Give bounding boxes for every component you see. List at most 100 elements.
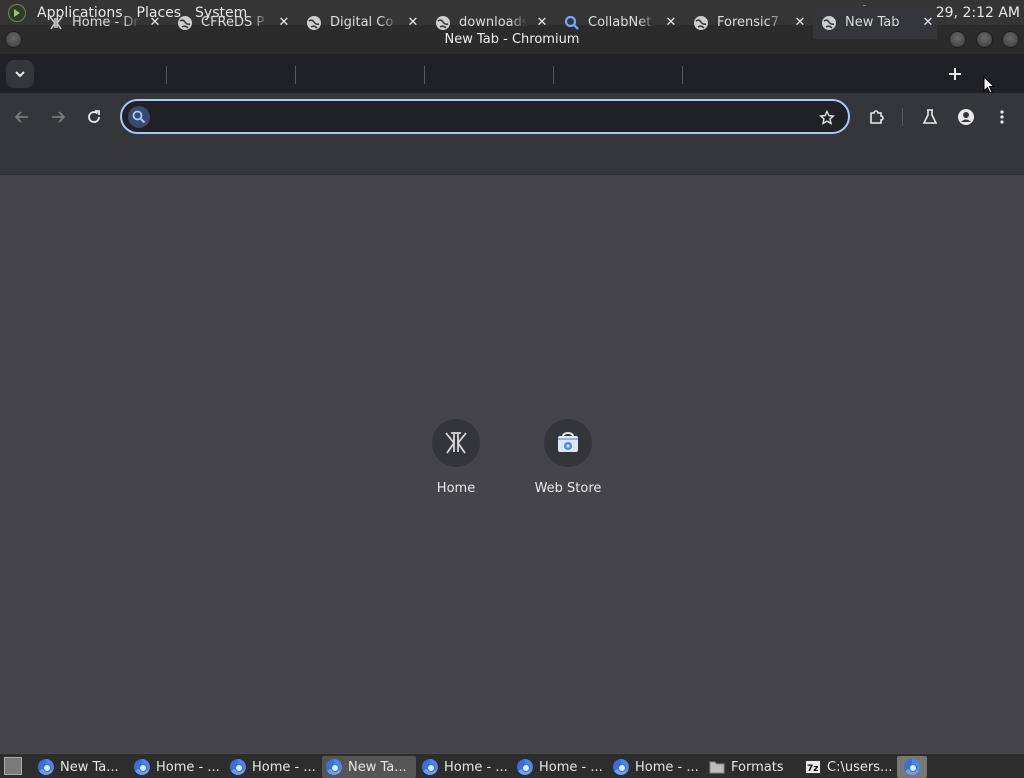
flask-icon [922, 109, 938, 124]
taskbar-item-label: Home - ... [539, 759, 603, 775]
chromium-icon [613, 759, 629, 775]
arrow-left-icon [14, 111, 28, 123]
bookmark-star-icon[interactable] [816, 107, 838, 129]
tab-strip [0, 54, 1024, 93]
tab-forensic7[interactable]: Forensic7 ✕ [685, 6, 809, 39]
bookmarks-bar [0, 140, 1024, 175]
show-desktop-button[interactable] [4, 757, 22, 775]
shortcut-tile [432, 419, 480, 467]
forward-button[interactable] [45, 104, 71, 130]
search-icon [564, 15, 580, 31]
taskbar-item[interactable]: Home - ... [418, 756, 512, 778]
labs-button[interactable] [917, 104, 943, 130]
address-bar[interactable] [120, 99, 850, 134]
taskbar-item[interactable]: Home - ... [130, 756, 224, 778]
tab-separator [295, 66, 296, 84]
tab-separator [166, 66, 167, 84]
taskbar-item-label: New Ta... [348, 759, 407, 775]
autopsy-icon [445, 432, 467, 454]
menu-button[interactable] [989, 104, 1015, 130]
globe-icon [435, 15, 451, 31]
search-icon [128, 106, 150, 128]
close-tab-icon[interactable]: ✕ [791, 14, 809, 32]
chromium-icon [517, 759, 533, 775]
tab-title: Digital Co [330, 15, 394, 30]
autopsy-icon [48, 15, 64, 31]
taskbar-item-label: New Ta... [60, 759, 119, 775]
minimize-button[interactable] [949, 31, 966, 48]
close-tab-icon[interactable]: ✕ [533, 14, 551, 32]
taskbar-item[interactable]: 7z C:\users... [801, 756, 895, 778]
tab-separator [682, 66, 683, 84]
taskbar: New Ta... Home - ... Home - ... New Ta..… [0, 753, 1024, 778]
tab-search-button[interactable] [6, 60, 34, 88]
chromium-icon [230, 759, 246, 775]
tab-new-tab[interactable]: New Tab ✕ [813, 6, 937, 39]
tab-collabnet[interactable]: CollabNet ✕ [556, 6, 680, 39]
tab-title: downloads [459, 15, 527, 30]
close-tab-icon[interactable]: ✕ [275, 14, 293, 32]
taskbar-item-label: Home - ... [252, 759, 316, 775]
close-tab-icon[interactable]: ✕ [146, 14, 164, 32]
shortcut-web-store[interactable]: Web Store [512, 419, 624, 496]
shortcut-home[interactable]: Home [400, 419, 512, 496]
new-tab-page: Home Web Store [0, 175, 1024, 753]
shortcut-label: Home [436, 481, 476, 496]
tab-title: CollabNet [588, 15, 652, 30]
taskbar-item-active[interactable]: New Ta... [322, 756, 416, 778]
taskbar-item-label: Home - ... [444, 759, 508, 775]
close-tab-icon[interactable]: ✕ [662, 14, 680, 32]
taskbar-tray-chromium[interactable] [897, 756, 927, 778]
taskbar-item-label: Home - ... [156, 759, 220, 775]
address-input[interactable] [156, 105, 816, 129]
close-tab-icon[interactable]: ✕ [404, 14, 422, 32]
taskbar-item-label: C:\users... [827, 759, 893, 775]
back-button[interactable] [9, 104, 35, 130]
svg-text:7z: 7z [807, 764, 819, 774]
chromium-icon [904, 759, 920, 775]
taskbar-item[interactable]: Home - ... [609, 756, 703, 778]
tab-title: CFReDS P [201, 15, 265, 30]
tab-digital-corpora[interactable]: Digital Co ✕ [298, 6, 422, 39]
taskbar-item[interactable]: Formats [705, 756, 799, 778]
new-tab-button[interactable] [943, 62, 967, 86]
chevron-down-icon [15, 71, 25, 78]
taskbar-item[interactable]: New Ta... [34, 756, 128, 778]
chromium-icon [38, 759, 54, 775]
webstore-icon [558, 432, 578, 452]
tab-separator [424, 66, 425, 84]
chromium-icon [422, 759, 438, 775]
tab-title: Forensic7 [717, 15, 780, 30]
puzzle-icon [870, 110, 884, 124]
taskbar-item-label: Formats [731, 759, 784, 775]
taskbar-item[interactable]: Home - ... [513, 756, 607, 778]
tab-title: New Tab [845, 15, 900, 30]
applications-menu-icon[interactable] [8, 3, 26, 22]
close-window-button[interactable] [1002, 31, 1019, 48]
shortcut-label: Web Store [534, 481, 602, 496]
maximize-button[interactable] [976, 31, 993, 48]
close-tab-icon[interactable]: ✕ [919, 14, 937, 32]
tab-title: Home - Dr [72, 15, 139, 30]
extensions-button[interactable] [864, 104, 890, 130]
globe-icon [693, 15, 709, 31]
globe-icon [821, 15, 837, 31]
profile-button[interactable] [953, 104, 979, 130]
globe-icon [306, 15, 322, 31]
tab-downloads[interactable]: downloads ✕ [427, 6, 551, 39]
tab-home[interactable]: Home - Dr ✕ [40, 6, 164, 39]
chromium-icon [134, 759, 150, 775]
taskbar-item[interactable]: Home - ... [226, 756, 320, 778]
shortcut-tile [544, 419, 592, 467]
globe-icon [177, 15, 193, 31]
tab-separator [553, 66, 554, 84]
profile-icon [958, 109, 974, 125]
tab-cfreds[interactable]: CFReDS P ✕ [169, 6, 293, 39]
arrow-right-icon [52, 111, 66, 123]
reload-icon [88, 110, 100, 123]
reload-button[interactable] [81, 104, 107, 130]
7zip-icon: 7z [805, 759, 821, 775]
window-menu-button[interactable] [5, 31, 22, 48]
chromium-icon [326, 759, 342, 775]
folder-icon [709, 759, 725, 775]
